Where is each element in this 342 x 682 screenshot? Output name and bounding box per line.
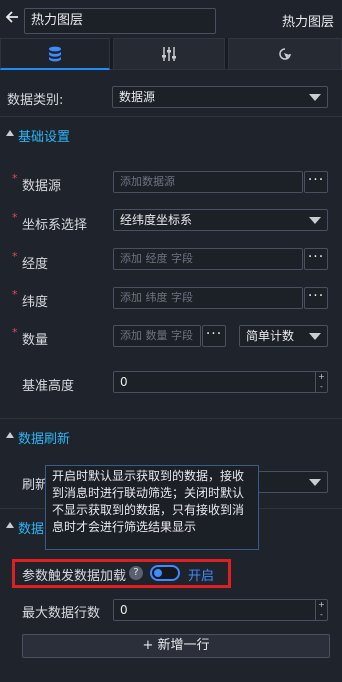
decrement-icon[interactable]: - bbox=[316, 610, 327, 620]
datasource-field[interactable]: 添加数据源 bbox=[113, 171, 303, 193]
required-mark: * bbox=[12, 172, 18, 185]
coord-value: 经纬度坐标系 bbox=[120, 213, 193, 227]
latitude-label: 纬度 bbox=[22, 295, 49, 310]
coord-select[interactable]: 经纬度坐标系 bbox=[113, 209, 328, 231]
section-data-refresh[interactable]: 数据刷新 bbox=[0, 418, 342, 454]
required-mark: * bbox=[12, 250, 18, 263]
section-basic-settings[interactable]: 基础设置 bbox=[0, 116, 342, 152]
longitude-label: 经度 bbox=[22, 257, 49, 272]
longitude-more-button[interactable]: ··· bbox=[304, 248, 328, 270]
plus-icon: + bbox=[142, 638, 154, 653]
add-row-label: 新增一行 bbox=[157, 638, 210, 653]
question-icon[interactable]: ? bbox=[129, 566, 143, 580]
base-height-input[interactable]: 0 + - bbox=[113, 371, 328, 393]
refresh-select[interactable] bbox=[258, 471, 328, 493]
panel-title: 热力图层 bbox=[281, 15, 334, 30]
max-rows-label: 最大数据行数 bbox=[22, 606, 101, 621]
help-tooltip: 开启时默认显示获取到的数据，接收到消息时进行联动筛选；关闭时默认不显示获取到的数… bbox=[45, 465, 259, 550]
data-category-select[interactable]: 数据源 bbox=[112, 86, 328, 108]
collapse-arrow-icon bbox=[6, 432, 14, 438]
required-mark: * bbox=[12, 288, 18, 301]
number-stepper[interactable]: + - bbox=[315, 600, 327, 620]
datasource-label: 数据源 bbox=[22, 179, 62, 194]
max-rows-input[interactable]: 0 + - bbox=[113, 599, 328, 621]
number-stepper[interactable]: + - bbox=[315, 372, 327, 392]
tab-style[interactable] bbox=[113, 38, 225, 70]
arrow-left-icon[interactable] bbox=[4, 9, 22, 29]
pointer-icon bbox=[277, 46, 293, 62]
data-category-value: 数据源 bbox=[119, 90, 156, 104]
database-icon bbox=[48, 46, 62, 62]
longitude-field[interactable]: 添加 经度 字段 bbox=[113, 248, 303, 270]
section-title: 数据刷新 bbox=[18, 432, 71, 447]
tab-interaction[interactable] bbox=[228, 38, 342, 70]
increment-icon[interactable]: + bbox=[316, 372, 327, 382]
tab-bar bbox=[0, 38, 342, 70]
param-load-state: 开启 bbox=[188, 569, 215, 584]
count-field[interactable]: 添加 数量 字段 bbox=[113, 325, 201, 347]
param-load-toggle[interactable] bbox=[150, 565, 180, 581]
latitude-field[interactable]: 添加 纬度 字段 bbox=[113, 287, 303, 309]
chevron-down-icon bbox=[309, 479, 321, 486]
layer-name-input[interactable]: 热力图层 bbox=[24, 8, 216, 34]
datasource-more-button[interactable]: ··· bbox=[304, 171, 328, 193]
required-mark: * bbox=[12, 326, 18, 339]
base-height-value: 0 bbox=[120, 375, 128, 389]
section-title: 数据 bbox=[18, 522, 45, 537]
sliders-icon bbox=[161, 46, 177, 62]
collapse-arrow-icon bbox=[6, 130, 14, 136]
coord-label: 坐标系选择 bbox=[22, 218, 88, 233]
chevron-down-icon bbox=[309, 333, 321, 340]
count-more-button[interactable]: ··· bbox=[202, 325, 226, 347]
tab-data[interactable] bbox=[0, 38, 110, 70]
count-agg-select[interactable]: 简单计数 bbox=[239, 325, 328, 347]
collapse-arrow-icon bbox=[6, 522, 14, 528]
add-row-button[interactable]: + 新增一行 bbox=[22, 634, 330, 658]
chevron-down-icon bbox=[309, 217, 321, 224]
count-label: 数量 bbox=[22, 333, 49, 348]
count-agg-value: 简单计数 bbox=[246, 329, 295, 343]
latitude-more-button[interactable]: ··· bbox=[304, 287, 328, 309]
required-mark: * bbox=[12, 211, 18, 224]
param-load-label: 参数触发数据加载 bbox=[22, 569, 127, 584]
section-title: 基础设置 bbox=[18, 130, 71, 145]
decrement-icon[interactable]: - bbox=[316, 382, 327, 392]
increment-icon[interactable]: + bbox=[316, 600, 327, 610]
header: 热力图层 热力图层 bbox=[0, 0, 342, 38]
base-height-label: 基准高度 bbox=[22, 379, 75, 394]
data-category-label: 数据类别: bbox=[7, 93, 64, 108]
max-rows-value: 0 bbox=[120, 603, 128, 617]
toggle-knob bbox=[154, 569, 162, 577]
chevron-down-icon bbox=[309, 94, 321, 101]
